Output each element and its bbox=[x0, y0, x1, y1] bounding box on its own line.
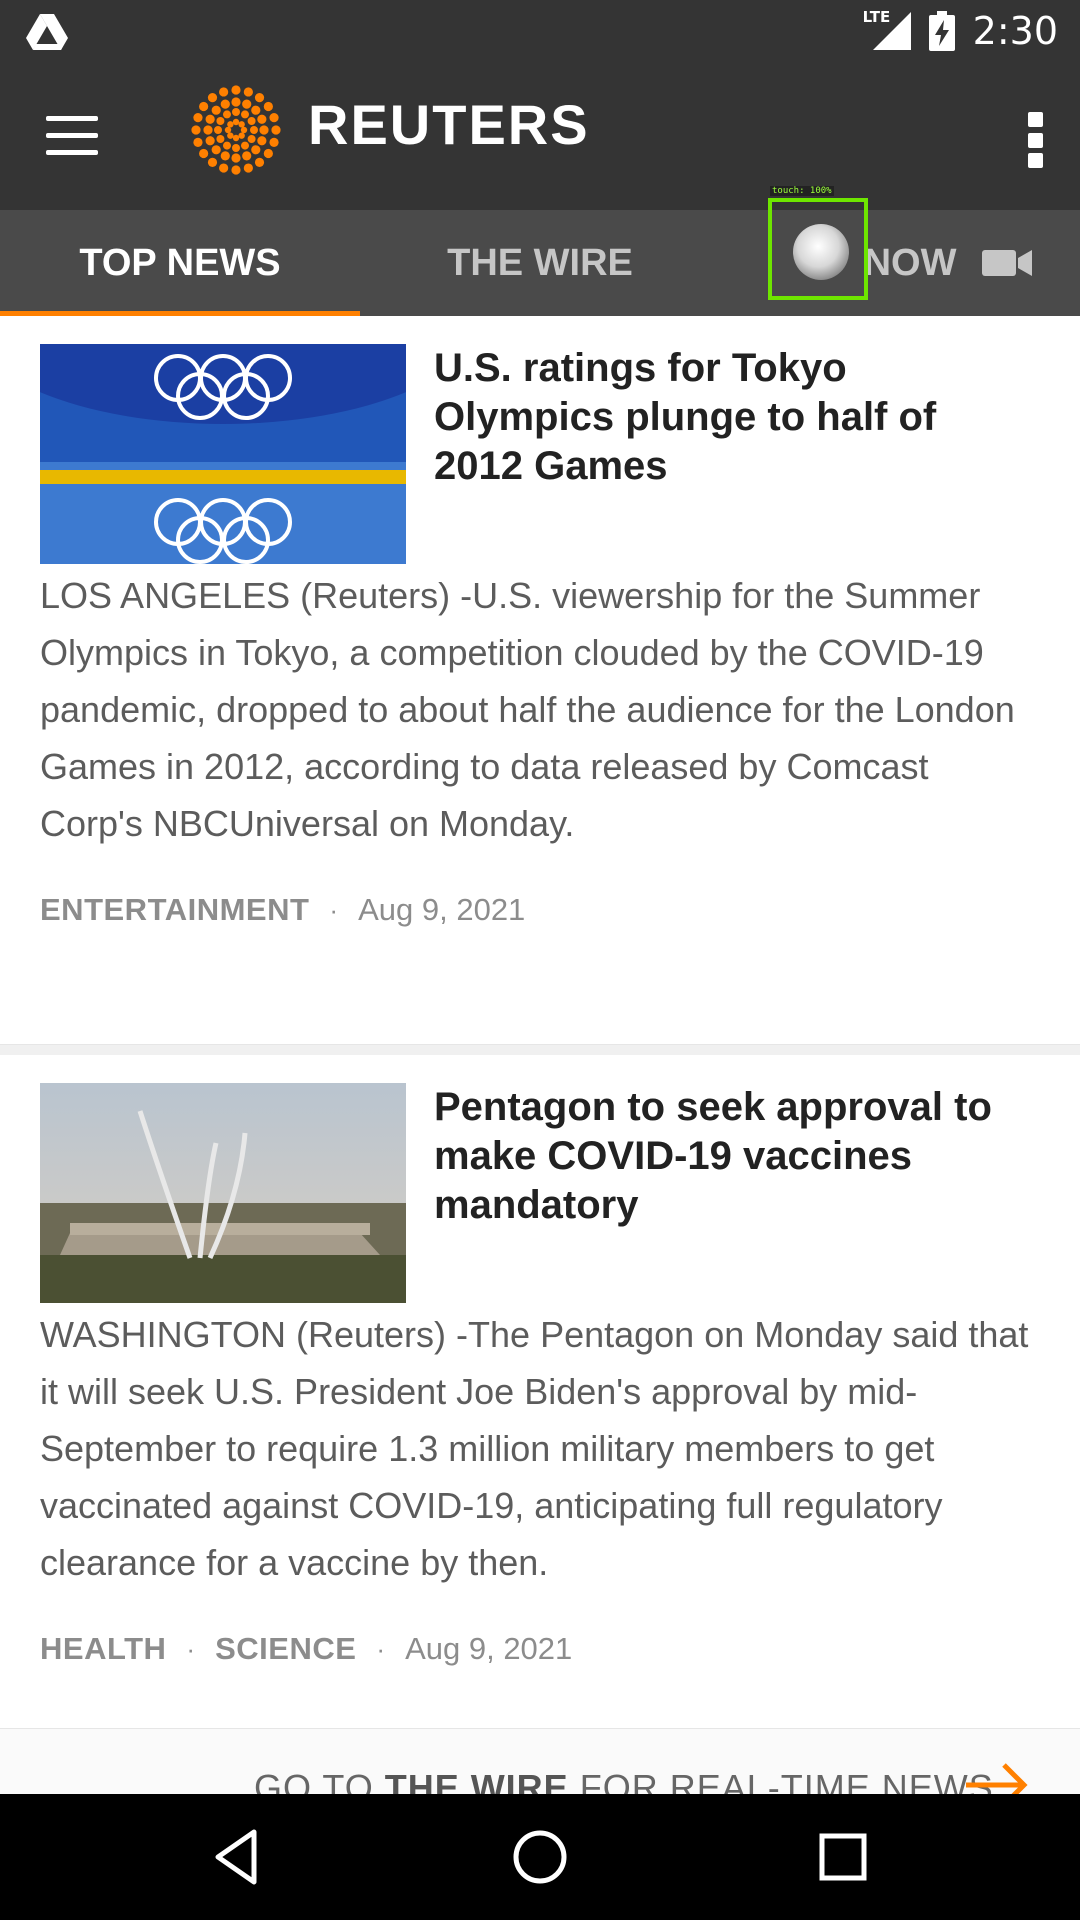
reuters-logo bbox=[191, 85, 281, 175]
network-type: LTE bbox=[862, 8, 891, 26]
app-bar: REUTERS bbox=[0, 62, 1080, 210]
category-tag[interactable]: HEALTH bbox=[40, 1631, 166, 1667]
article-image-pentagon[interactable] bbox=[40, 1083, 406, 1303]
overflow-menu-button[interactable] bbox=[1024, 112, 1046, 168]
tab-now-label: NOW bbox=[863, 241, 957, 284]
article-card[interactable]: U.S. ratings for Tokyo Olympics plunge t… bbox=[0, 316, 1080, 1044]
drive-icon bbox=[26, 14, 68, 50]
home-icon[interactable] bbox=[507, 1824, 573, 1890]
more-vert-icon bbox=[1027, 112, 1043, 127]
tab-bar: TOP NEWS THE WIRE NOW bbox=[0, 210, 1080, 316]
article-summary: LOS ANGELES (Reuters) -U.S. viewership f… bbox=[40, 575, 1015, 844]
arrow-right-icon bbox=[966, 1763, 1028, 1795]
recents-icon[interactable] bbox=[810, 1824, 876, 1890]
video-camera-icon bbox=[982, 250, 1033, 276]
battery-charging-icon bbox=[928, 11, 955, 51]
article-image-olympics[interactable] bbox=[40, 344, 406, 564]
article-date: Aug 9, 2021 bbox=[358, 892, 526, 927]
hamburger-icon bbox=[46, 116, 98, 121]
tab-top-news[interactable]: TOP NEWS bbox=[0, 210, 360, 316]
touch-debug-label: touch: 100% bbox=[770, 186, 834, 196]
article-card[interactable]: Pentagon to seek approval to make COVID-… bbox=[0, 1055, 1080, 1783]
menu-button[interactable] bbox=[46, 116, 98, 156]
news-feed: U.S. ratings for Tokyo Olympics plunge t… bbox=[0, 316, 1080, 1783]
go-to-wire-link[interactable]: GO TO THE WIRE FOR REAL-TIME NEWS bbox=[0, 1728, 1080, 1795]
article-headline[interactable]: Pentagon to seek approval to make COVID-… bbox=[434, 1083, 1040, 1230]
separator-dot: · bbox=[329, 894, 339, 925]
touch-indicator bbox=[793, 224, 849, 280]
article-summary: WASHINGTON (Reuters) -The Pentagon on Mo… bbox=[40, 1314, 1029, 1583]
article-headline[interactable]: U.S. ratings for Tokyo Olympics plunge t… bbox=[434, 344, 1040, 491]
article-meta: HEALTH · SCIENCE · Aug 9, 2021 bbox=[40, 1619, 1040, 1679]
category-tag[interactable]: SCIENCE bbox=[215, 1631, 356, 1667]
category-tag[interactable]: ENTERTAINMENT bbox=[40, 892, 309, 928]
tab-the-wire[interactable]: THE WIRE bbox=[360, 210, 720, 316]
article-date: Aug 9, 2021 bbox=[405, 1631, 573, 1666]
status-time: 2:30 bbox=[972, 9, 1058, 53]
system-nav-bar bbox=[0, 1794, 1080, 1920]
back-icon[interactable] bbox=[204, 1824, 270, 1890]
status-bar: LTE 2:30 bbox=[0, 0, 1080, 62]
separator-dot: · bbox=[186, 1633, 196, 1664]
article-meta: ENTERTAINMENT · Aug 9, 2021 bbox=[40, 880, 1040, 940]
go-to-wire-text: GO TO THE WIRE FOR REAL-TIME NEWS bbox=[254, 1767, 994, 1795]
separator-dot: · bbox=[376, 1633, 386, 1664]
brand-title: REUTERS bbox=[308, 93, 590, 156]
signal-icon: LTE bbox=[863, 8, 911, 50]
divider bbox=[0, 1044, 1080, 1055]
